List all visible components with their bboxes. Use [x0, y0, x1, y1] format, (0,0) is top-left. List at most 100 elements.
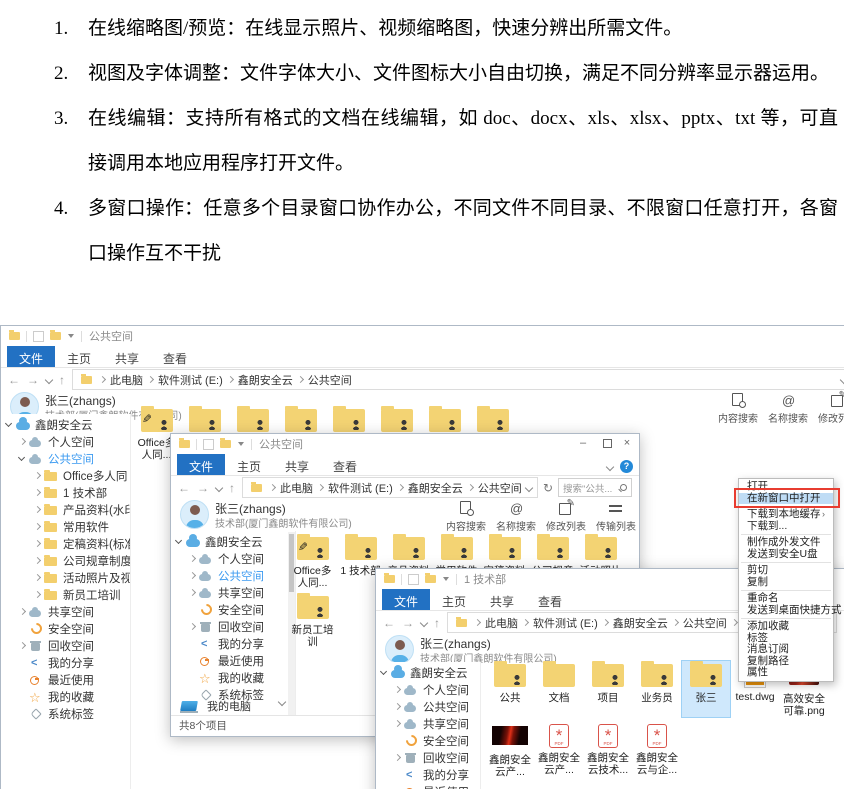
breadcrumb-item[interactable]: 软件测试 (E:): [158, 372, 223, 388]
expander-icon[interactable]: [5, 420, 14, 429]
expander-icon[interactable]: [18, 658, 27, 667]
context-menu-item[interactable]: 制作成外发文件: [739, 537, 833, 549]
tree-item[interactable]: 我的分享: [376, 766, 480, 783]
expander-icon[interactable]: [33, 590, 42, 599]
expander-icon[interactable]: [393, 736, 402, 745]
new-folder-icon[interactable]: [220, 440, 231, 448]
expander-icon[interactable]: [18, 692, 27, 701]
help-icon[interactable]: ?: [620, 460, 633, 473]
ribbon-tab[interactable]: 文件: [177, 454, 225, 475]
toolbar-button[interactable]: 名称搜索: [491, 501, 541, 533]
context-menu-item[interactable]: 重命名: [739, 593, 833, 605]
forward-icon[interactable]: →: [402, 616, 414, 630]
tree-item[interactable]: 公共空间: [1, 450, 130, 467]
expander-icon[interactable]: [393, 702, 402, 711]
context-menu-item[interactable]: 添加收藏: [739, 621, 833, 633]
search-input[interactable]: 搜索"公共...: [558, 478, 632, 497]
file-item[interactable]: 业务员: [633, 661, 681, 717]
expander-icon[interactable]: [18, 624, 27, 633]
expander-icon[interactable]: [188, 673, 197, 682]
tree-item[interactable]: 安全空间: [1, 620, 130, 637]
expander-icon[interactable]: [393, 685, 402, 694]
tree-item[interactable]: 回收空间: [376, 749, 480, 766]
context-menu-item[interactable]: 复制: [739, 577, 833, 589]
checkbox-icon[interactable]: [408, 574, 419, 585]
context-menu-item[interactable]: 消息订阅: [739, 644, 833, 656]
forward-icon[interactable]: →: [27, 373, 39, 387]
tree-item[interactable]: 公共空间: [171, 567, 295, 584]
breadcrumb-item[interactable]: 软件测试 (E:): [328, 480, 393, 496]
breadcrumb-item[interactable]: 公共空间: [308, 372, 352, 388]
expander-icon[interactable]: [188, 571, 197, 580]
context-menu-item[interactable]: 剪切: [739, 565, 833, 577]
ribbon-tab[interactable]: 主页: [430, 589, 478, 610]
tree-item[interactable]: 回收空间: [1, 637, 130, 654]
context-menu-item[interactable]: 下载到...: [739, 521, 833, 533]
maximize-button[interactable]: [603, 439, 612, 448]
ribbon-tab[interactable]: 主页: [225, 454, 273, 475]
ribbon-tab[interactable]: 查看: [151, 346, 199, 367]
file-item[interactable]: Office多人同...: [289, 534, 336, 589]
toolbar-button[interactable]: 修改列表: [813, 393, 844, 425]
close-button[interactable]: ×: [619, 437, 635, 450]
file-item[interactable]: 鑫朗安全云产...: [535, 721, 583, 778]
expander-icon[interactable]: [393, 770, 402, 779]
expander-icon[interactable]: [33, 573, 42, 582]
breadcrumb-item[interactable]: 鑫朗安全云: [408, 480, 463, 496]
file-item[interactable]: 项目: [584, 661, 632, 717]
context-menu-item[interactable]: 下载到本地缓存 ›: [739, 509, 833, 521]
toolbar-button[interactable]: 名称搜索: [763, 393, 813, 425]
up-icon[interactable]: ↑: [59, 373, 65, 387]
tree-item[interactable]: Office多人同: [1, 467, 130, 484]
file-item[interactable]: 新员工培训: [289, 593, 336, 648]
file-item[interactable]: 张三: [682, 661, 730, 717]
ribbon-tab[interactable]: 共享: [273, 454, 321, 475]
tree-item[interactable]: 安全空间: [376, 732, 480, 749]
minimize-button[interactable]: –: [575, 437, 591, 450]
ribbon-tab[interactable]: 文件: [382, 589, 430, 610]
breadcrumb[interactable]: 此电脑 软件测试 (E:) 鑫朗安全云: [242, 477, 538, 498]
back-icon[interactable]: ←: [383, 616, 395, 630]
tree-item[interactable]: 公司规章制度(: [1, 552, 130, 569]
back-icon[interactable]: ←: [8, 373, 20, 387]
expander-icon[interactable]: [18, 607, 27, 616]
ribbon-tab[interactable]: 查看: [526, 589, 574, 610]
context-menu-item[interactable]: [741, 590, 831, 591]
address-dropdown-icon[interactable]: [840, 375, 844, 383]
expander-icon[interactable]: [33, 505, 42, 514]
tree-item[interactable]: 个人空间: [376, 681, 480, 698]
tree-item[interactable]: 最近使用: [1, 671, 130, 688]
tree-item[interactable]: 安全空间: [171, 601, 295, 618]
tree-item[interactable]: 新员工培训: [1, 586, 130, 603]
history-chevron-icon[interactable]: [45, 375, 53, 383]
ribbon-collapse-chevron-icon[interactable]: [606, 462, 614, 470]
context-menu-item[interactable]: [741, 562, 831, 563]
up-icon[interactable]: ↑: [434, 616, 440, 630]
tree-item[interactable]: 最近使用: [171, 652, 295, 669]
expander-icon[interactable]: [393, 753, 402, 762]
tree-item[interactable]: 定稿资料(标准: [1, 535, 130, 552]
tree-item[interactable]: 1 技术部: [1, 484, 130, 501]
expander-icon[interactable]: [33, 539, 42, 548]
expander-icon[interactable]: [18, 709, 27, 718]
new-folder-icon[interactable]: [425, 575, 436, 583]
expander-icon[interactable]: [380, 668, 389, 677]
ribbon-tab[interactable]: 共享: [478, 589, 526, 610]
toolbar-button[interactable]: 修改列表: [541, 501, 591, 533]
context-menu-item[interactable]: 属性: [739, 667, 833, 679]
tree-item[interactable]: 产品资料(水印: [1, 501, 130, 518]
history-chevron-icon[interactable]: [215, 483, 223, 491]
expander-icon[interactable]: [175, 537, 184, 546]
tree-item[interactable]: 活动照片及视: [1, 569, 130, 586]
checkbox-icon[interactable]: [33, 331, 44, 342]
new-folder-icon[interactable]: [50, 332, 61, 340]
tree-item[interactable]: 鑫朗安全云: [171, 533, 295, 550]
expander-icon[interactable]: [33, 488, 42, 497]
breadcrumb-item[interactable]: 鑫朗安全云: [238, 372, 293, 388]
tree-item[interactable]: 我的收藏: [171, 669, 295, 686]
tree-item[interactable]: 公共空间: [376, 698, 480, 715]
expander-icon[interactable]: [33, 556, 42, 565]
breadcrumb-item[interactable]: 公共空间: [683, 615, 727, 631]
file-item[interactable]: 鑫朗安全云产...: [486, 721, 534, 778]
chevron-down-icon[interactable]: [68, 334, 74, 338]
